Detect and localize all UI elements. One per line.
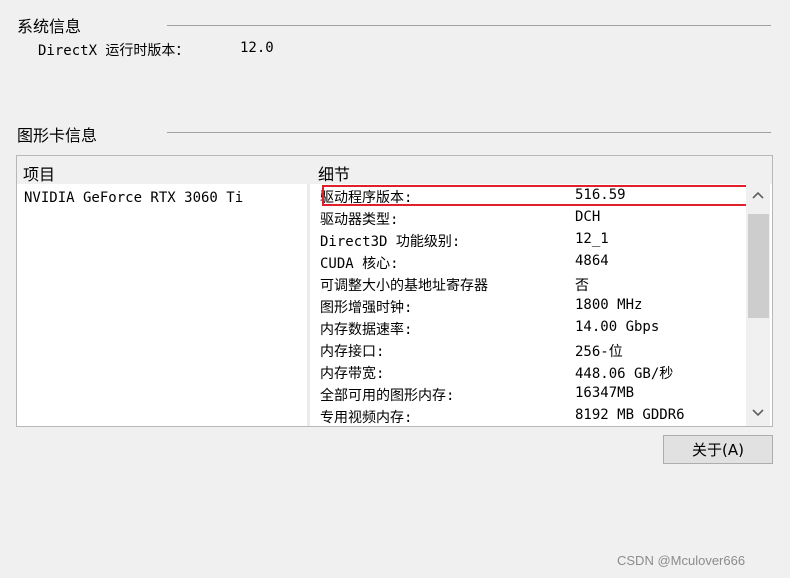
detail-value: 14.00 Gbps	[575, 319, 660, 335]
detail-value: 1800 MHz	[575, 297, 643, 313]
detail-row[interactable]: 内存带宽: 448.06 GB/秒	[310, 360, 746, 382]
table-header: 项目 细节	[17, 156, 772, 184]
graphics-info-table: 项目 细节 NVIDIA GeForce RTX 3060 Ti 驱动程序版本:…	[16, 155, 773, 427]
detail-row[interactable]: CUDA 核心: 4864	[310, 250, 746, 272]
chevron-down-icon[interactable]	[746, 402, 770, 424]
detail-label: Direct3D 功能级别:	[320, 234, 461, 250]
device-list-item[interactable]: NVIDIA GeForce RTX 3060 Ti	[24, 190, 243, 206]
about-button[interactable]: 关于(A)	[663, 435, 773, 464]
system-info-divider	[167, 25, 771, 26]
detail-value: 448.06 GB/秒	[575, 366, 674, 382]
detail-row[interactable]: 可调整大小的基地址寄存器 否	[310, 272, 746, 294]
detail-row[interactable]: 内存接口: 256-位	[310, 338, 746, 360]
scrollbar-thumb[interactable]	[748, 214, 769, 318]
graphics-info-divider	[167, 132, 771, 133]
detail-value: 516.59	[575, 187, 626, 203]
detail-row[interactable]: Direct3D 功能级别: 12_1	[310, 228, 746, 250]
detail-label: 专用视频内存:	[320, 410, 413, 426]
column-header-item[interactable]: 项目	[23, 161, 55, 185]
details-list: 驱动程序版本: 516.59 驱动器类型: DCH Direct3D 功能级别:…	[310, 184, 746, 426]
detail-label: 图形增强时钟:	[320, 300, 413, 316]
detail-label: 可调整大小的基地址寄存器	[320, 278, 488, 294]
detail-label: 内存接口:	[320, 344, 385, 360]
device-list: NVIDIA GeForce RTX 3060 Ti	[17, 184, 307, 426]
detail-value: 否	[575, 278, 589, 294]
details-scrollbar[interactable]	[746, 184, 770, 426]
directx-version-value: 12.0	[240, 40, 274, 56]
detail-label: CUDA 核心:	[320, 256, 399, 272]
system-info-title: 系统信息	[17, 17, 82, 36]
detail-label: 驱动器类型:	[320, 212, 399, 228]
graphics-info-title: 图形卡信息	[17, 126, 98, 145]
detail-label: 全部可用的图形内存:	[320, 388, 455, 404]
watermark: CSDN @Mculover666	[617, 553, 746, 568]
detail-row[interactable]: 内存数据速率: 14.00 Gbps	[310, 316, 746, 338]
chevron-up-icon[interactable]	[746, 184, 770, 206]
detail-row[interactable]: 专用视频内存: 8192 MB GDDR6	[310, 404, 746, 426]
detail-value: 12_1	[575, 231, 609, 247]
detail-row[interactable]: 驱动器类型: DCH	[310, 206, 746, 228]
detail-value: 8192 MB GDDR6	[575, 407, 685, 423]
detail-label: 驱动程序版本:	[320, 190, 413, 206]
detail-value: 16347MB	[575, 385, 635, 401]
detail-value: DCH	[575, 209, 601, 225]
detail-row[interactable]: 全部可用的图形内存: 16347MB	[310, 382, 746, 404]
detail-label: 内存带宽:	[320, 366, 385, 382]
detail-label: 内存数据速率:	[320, 322, 413, 338]
detail-value: 256-位	[575, 344, 623, 360]
detail-value: 4864	[575, 253, 609, 269]
detail-row-driver-version[interactable]: 驱动程序版本: 516.59	[310, 184, 746, 206]
column-header-detail[interactable]: 细节	[318, 161, 350, 185]
detail-row[interactable]: 图形增强时钟: 1800 MHz	[310, 294, 746, 316]
directx-version-label: DirectX 运行时版本：	[38, 43, 190, 59]
